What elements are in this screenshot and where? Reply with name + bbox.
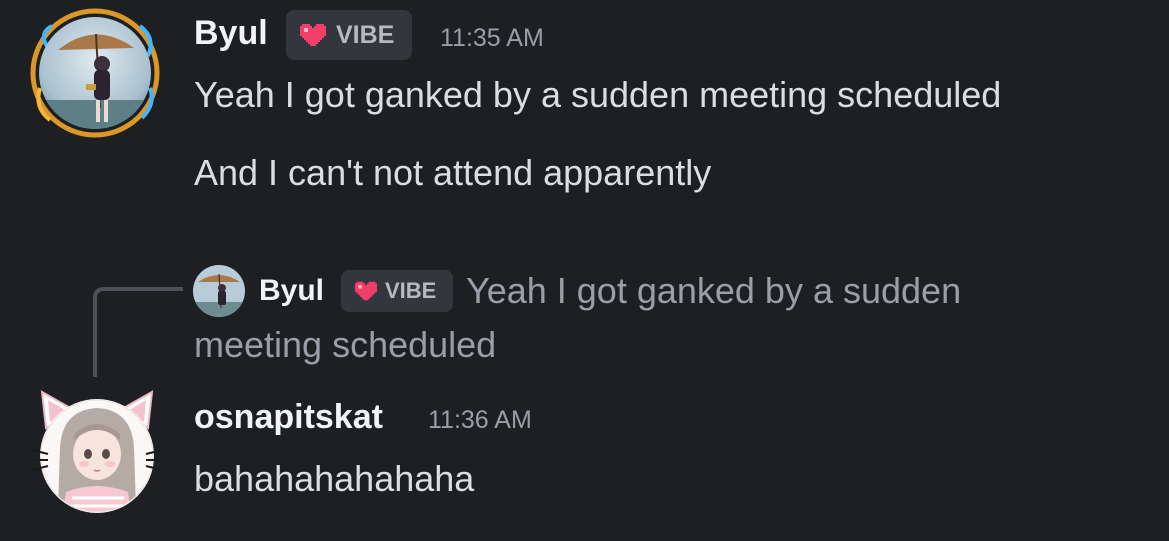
username-osnapitskat[interactable]: osnapitskat <box>194 398 383 437</box>
vibe-badge[interactable]: VIBE <box>286 10 412 60</box>
avatar-osnapitskat-image <box>31 390 163 513</box>
timestamp[interactable]: 11:36 AM <box>428 406 532 435</box>
reply-username-byul[interactable]: Byul <box>259 274 324 308</box>
badge-label: VIBE <box>336 20 395 49</box>
message-text: Yeah I got ganked by a sudden meeting sc… <box>194 74 1002 115</box>
badge-label: VIBE <box>385 278 437 303</box>
message-text: bahahahahahaha <box>194 458 475 499</box>
timestamp[interactable]: 11:35 AM <box>440 24 544 53</box>
reply-preview-text[interactable]: Yeah I got ganked by a sudden <box>466 270 961 312</box>
reply-vibe-badge[interactable]: VIBE <box>341 270 453 312</box>
avatar-osnapitskat[interactable] <box>31 388 163 518</box>
avatar-byul-small <box>193 265 245 317</box>
pixel-heart-icon <box>300 24 326 46</box>
reply-avatar-byul[interactable] <box>192 264 246 318</box>
reply-preview-text[interactable]: meeting scheduled <box>194 324 496 366</box>
pixel-heart-icon <box>355 281 377 301</box>
avatar-byul[interactable] <box>30 8 160 138</box>
message-text: And I can't not attend apparently <box>194 152 712 193</box>
avatar-byul-image <box>30 8 160 138</box>
reply-connector <box>93 287 183 377</box>
username-byul[interactable]: Byul <box>194 14 268 53</box>
